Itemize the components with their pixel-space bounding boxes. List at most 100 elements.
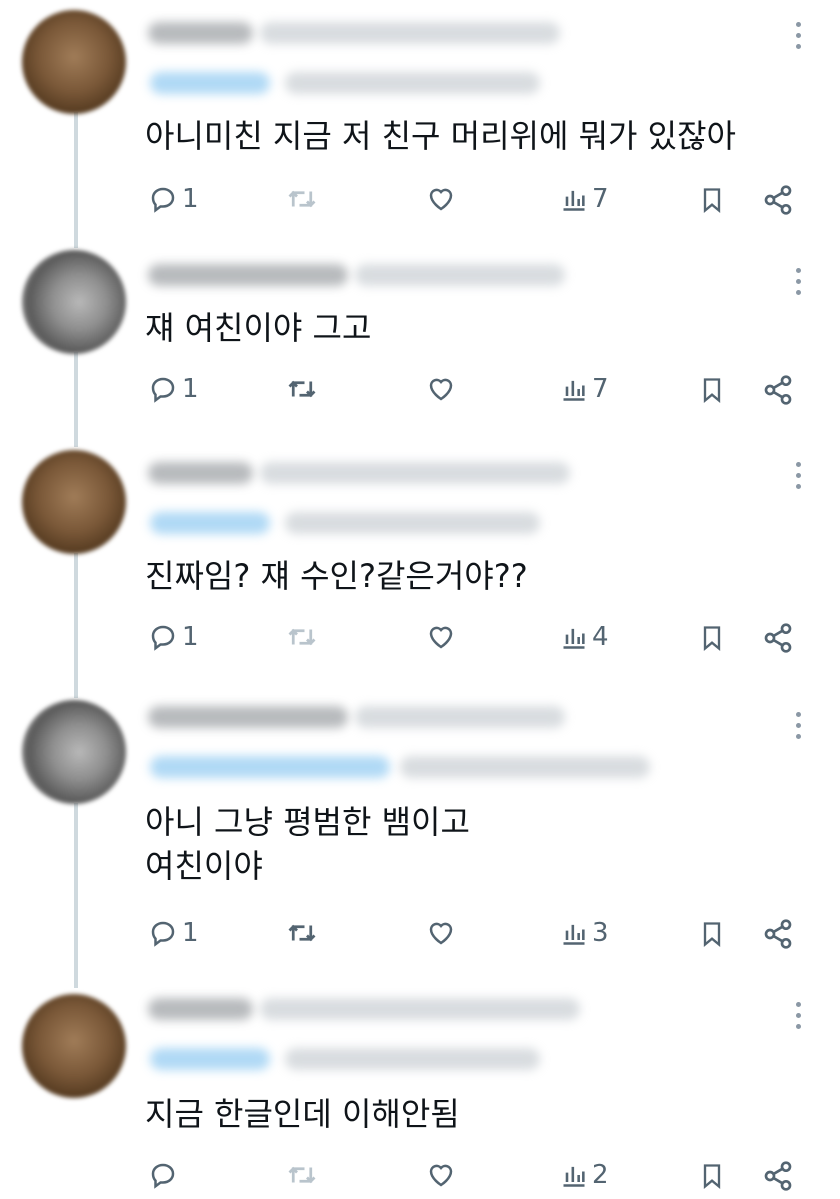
share-button[interactable] — [762, 918, 794, 950]
repost-button[interactable] — [285, 184, 319, 214]
reply-icon — [151, 377, 175, 403]
action-bar: 1 3 — [0, 912, 840, 956]
share-icon — [764, 375, 792, 405]
more-icon[interactable] — [794, 268, 802, 295]
bookmark-icon — [703, 922, 721, 947]
views-count: 2 — [592, 1160, 609, 1190]
bookmark-icon — [703, 378, 721, 403]
share-button[interactable] — [762, 374, 794, 406]
repost-button[interactable] — [285, 622, 319, 652]
more-icon[interactable] — [794, 462, 802, 489]
tweet-text: 지금 한글인데 이해안됨 — [145, 1095, 460, 1133]
blurred-username — [148, 706, 348, 728]
tweet[interactable]: 아니 그냥 평범한 뱀이고 여친이야 1 3 — [0, 700, 840, 990]
views-count: 3 — [592, 918, 609, 948]
like-button[interactable] — [425, 184, 457, 214]
views-count: 7 — [592, 374, 609, 404]
repost-button[interactable] — [285, 374, 319, 404]
like-icon — [429, 188, 453, 211]
action-bar: 2 — [0, 1154, 840, 1198]
blurred-mention — [150, 512, 270, 534]
like-button[interactable] — [425, 1160, 457, 1190]
reply-icon — [151, 1163, 175, 1189]
reply-icon — [151, 921, 175, 947]
views-icon — [563, 924, 585, 945]
reply-button[interactable]: 1 — [148, 184, 199, 214]
reply-button[interactable] — [148, 1160, 182, 1190]
blurred-username — [148, 462, 253, 484]
share-button[interactable] — [762, 1160, 794, 1192]
views-icon — [563, 1166, 585, 1187]
action-bar: 1 7 — [0, 178, 840, 222]
share-button[interactable] — [762, 622, 794, 654]
blurred-reply-context — [285, 1048, 540, 1070]
share-icon — [764, 623, 792, 653]
bookmark-button[interactable] — [698, 184, 726, 216]
blurred-username — [148, 264, 348, 286]
tweet[interactable]: 진짜임? 쟤 수인?같은거야?? 1 4 — [0, 450, 840, 700]
reply-icon — [151, 625, 175, 651]
bookmark-button[interactable] — [698, 1160, 726, 1192]
blurred-handle — [260, 22, 560, 44]
like-icon — [429, 922, 453, 945]
blurred-mention — [150, 72, 270, 94]
views-button[interactable]: 2 — [560, 1160, 609, 1190]
repost-icon — [288, 924, 316, 942]
avatar[interactable] — [22, 700, 126, 804]
views-button[interactable]: 7 — [560, 184, 609, 214]
blurred-reply-context — [285, 72, 540, 94]
reply-button[interactable]: 1 — [148, 622, 199, 652]
tweet-text: 진짜임? 쟤 수인?같은거야?? — [145, 557, 528, 595]
repost-button[interactable] — [285, 1160, 319, 1190]
views-icon — [563, 380, 585, 401]
bookmark-icon — [703, 626, 721, 651]
share-button[interactable] — [762, 184, 794, 216]
bookmark-icon — [703, 188, 721, 213]
avatar[interactable] — [22, 994, 126, 1098]
views-icon — [563, 628, 585, 649]
like-button[interactable] — [425, 622, 457, 652]
tweet[interactable]: 아니미친 지금 저 친구 머리위에 뭐가 있잖아 1 7 — [0, 0, 840, 250]
like-button[interactable] — [425, 918, 457, 948]
avatar[interactable] — [22, 10, 126, 114]
tweet[interactable]: 쟤 여친이야 그고 1 7 — [0, 250, 840, 450]
share-icon — [764, 919, 792, 949]
views-count: 4 — [592, 622, 609, 652]
bookmark-button[interactable] — [698, 622, 726, 654]
repost-icon — [288, 190, 316, 208]
views-button[interactable]: 7 — [560, 374, 609, 404]
share-icon — [764, 1161, 792, 1191]
views-icon — [563, 190, 585, 211]
reply-button[interactable]: 1 — [148, 374, 199, 404]
views-button[interactable]: 4 — [560, 622, 609, 652]
repost-button[interactable] — [285, 918, 319, 948]
share-icon — [764, 185, 792, 215]
reply-button[interactable]: 1 — [148, 918, 199, 948]
reply-count: 1 — [182, 374, 199, 404]
blurred-handle — [260, 998, 580, 1020]
bookmark-button[interactable] — [698, 918, 726, 950]
tweet-text: 쟤 여친이야 그고 — [145, 309, 372, 347]
bookmark-icon — [703, 1164, 721, 1189]
views-button[interactable]: 3 — [560, 918, 609, 948]
tweet[interactable]: 지금 한글인데 이해안됨 2 — [0, 990, 840, 1199]
avatar[interactable] — [22, 450, 126, 554]
blurred-mention — [150, 1048, 270, 1070]
reply-count: 1 — [182, 622, 199, 652]
avatar[interactable] — [22, 250, 126, 354]
blurred-mention — [150, 756, 390, 778]
reply-count: 1 — [182, 184, 199, 214]
blurred-handle — [355, 264, 565, 286]
more-icon[interactable] — [794, 22, 802, 49]
like-icon — [429, 626, 453, 649]
blurred-username — [148, 998, 253, 1020]
like-icon — [429, 1164, 453, 1187]
bookmark-button[interactable] — [698, 374, 726, 406]
more-icon[interactable] — [794, 712, 802, 739]
blurred-reply-context — [400, 756, 650, 778]
blurred-reply-context — [285, 512, 540, 534]
tweet-text: 아니 그냥 평범한 뱀이고 여친이야 — [145, 803, 470, 885]
like-button[interactable] — [425, 374, 457, 404]
more-icon[interactable] — [794, 1002, 802, 1029]
views-count: 7 — [592, 184, 609, 214]
